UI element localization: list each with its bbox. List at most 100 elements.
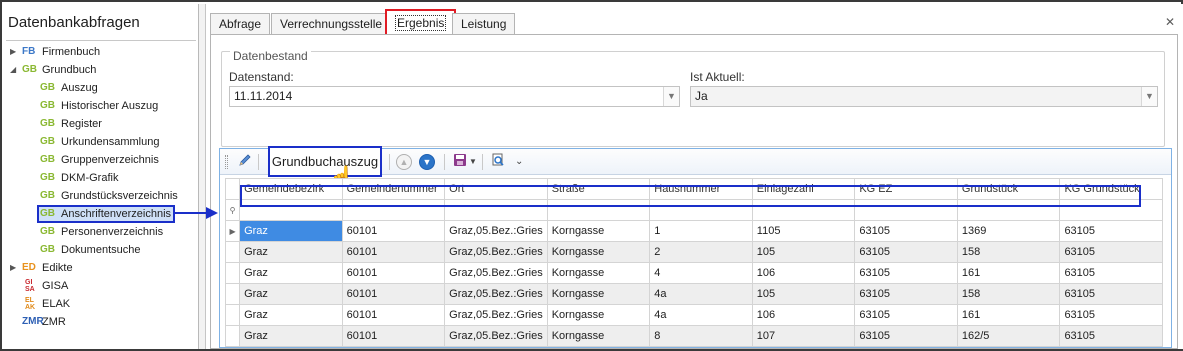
expand-arrow-icon[interactable]: ▶ xyxy=(10,259,18,277)
tree-item-register[interactable]: GB Register xyxy=(4,115,198,133)
table-cell[interactable]: 107 xyxy=(751,325,856,347)
table-cell[interactable]: Graz xyxy=(239,241,343,263)
table-cell[interactable]: Graz xyxy=(239,304,343,326)
table-cell[interactable]: 60101 xyxy=(341,304,446,326)
table-cell[interactable]: Korngasse xyxy=(546,262,651,284)
column-header-kg-grundstueck[interactable]: KG Grundstück xyxy=(1059,178,1163,200)
filter-cell[interactable] xyxy=(444,199,548,221)
filter-cell[interactable] xyxy=(239,199,343,221)
table-cell[interactable]: 63105 xyxy=(1059,325,1163,347)
table-cell[interactable]: Korngasse xyxy=(546,283,651,305)
table-cell[interactable]: 63105 xyxy=(1059,241,1163,263)
pencil-icon[interactable] xyxy=(238,153,252,171)
table-cell[interactable]: 63105 xyxy=(1059,283,1163,305)
tree-item-anschriftenverzeichnis[interactable]: GB Anschriftenverzeichnis xyxy=(4,205,198,223)
table-cell[interactable]: 161 xyxy=(956,304,1061,326)
table-cell[interactable]: 63105 xyxy=(854,283,958,305)
table-cell[interactable]: 1369 xyxy=(956,220,1061,242)
table-cell[interactable]: 105 xyxy=(751,283,856,305)
table-cell[interactable]: 60101 xyxy=(341,262,446,284)
tree-item-elak[interactable]: EL AK ELAK xyxy=(4,295,198,313)
table-cell[interactable]: 60101 xyxy=(341,325,446,347)
close-icon[interactable]: ✕ xyxy=(1165,15,1175,29)
column-header-kg-ez[interactable]: KG EZ xyxy=(854,178,958,200)
dropdown-icon[interactable]: ▼ xyxy=(469,153,477,171)
filter-cell[interactable] xyxy=(751,199,856,221)
column-header-einlagezahl[interactable]: Einlagezahl xyxy=(751,178,856,200)
table-cell[interactable]: 1 xyxy=(649,220,753,242)
tab-abfrage[interactable]: Abfrage xyxy=(210,13,271,34)
tree-item-dkm-grafik[interactable]: GB DKM-Grafik xyxy=(4,169,198,187)
table-cell[interactable]: 63105 xyxy=(1059,220,1163,242)
tree-item-urkundensammlung[interactable]: GB Urkundensammlung xyxy=(4,133,198,151)
toolbar-grip[interactable] xyxy=(225,155,228,169)
tree-item-grundbuch[interactable]: ◢ GB Grundbuch xyxy=(4,61,198,79)
column-header-gemeindenummer[interactable]: Gemeindenummer xyxy=(341,178,446,200)
tree-item-zmr[interactable]: ZMR ZMR xyxy=(4,313,198,331)
table-cell[interactable]: 60101 xyxy=(341,241,446,263)
table-cell[interactable]: Graz xyxy=(239,262,343,284)
table-cell[interactable]: Graz,05.Bez.:Gries xyxy=(444,241,548,263)
table-cell[interactable]: Korngasse xyxy=(546,304,651,326)
table-cell[interactable]: 158 xyxy=(956,283,1061,305)
splitter[interactable] xyxy=(199,4,206,349)
column-header-ort[interactable]: Ort xyxy=(444,178,548,200)
tab-leistung[interactable]: Leistung xyxy=(452,13,516,34)
table-cell[interactable]: 63105 xyxy=(854,241,958,263)
tree-item-gisa[interactable]: GI SA GISA xyxy=(4,277,198,295)
expand-arrow-icon[interactable]: ▶ xyxy=(10,43,18,61)
arrow-up-circle-icon[interactable]: ▲ xyxy=(396,154,412,170)
table-cell[interactable]: Graz,05.Bez.:Gries xyxy=(444,262,548,284)
save-icon[interactable] xyxy=(453,153,467,171)
tree-item-dokumentsuche[interactable]: GB Dokumentsuche xyxy=(4,241,198,259)
table-cell[interactable]: 63105 xyxy=(1059,304,1163,326)
chevron-down-icon[interactable]: ▼ xyxy=(663,87,679,106)
chevron-down-icon[interactable]: ▼ xyxy=(1141,87,1157,106)
filter-cell[interactable] xyxy=(546,199,651,221)
tab-ergebnis[interactable]: Ergebnis xyxy=(385,9,457,36)
column-header-grundstueck[interactable]: Grundstück xyxy=(956,178,1061,200)
tree-item-edikte[interactable]: ▶ ED Edikte xyxy=(4,259,198,277)
table-cell[interactable]: Graz,05.Bez.:Gries xyxy=(444,283,548,305)
table-cell[interactable]: 106 xyxy=(751,304,856,326)
table-cell[interactable]: 105 xyxy=(751,241,856,263)
table-cell[interactable]: 106 xyxy=(751,262,856,284)
table-cell[interactable]: Graz,05.Bez.:Gries xyxy=(444,220,548,242)
filter-cell[interactable] xyxy=(341,199,446,221)
table-row[interactable]: Graz 60101 Graz,05.Bez.:Gries Korngasse … xyxy=(224,325,1163,347)
table-cell[interactable]: 4a xyxy=(649,283,753,305)
table-row[interactable]: Graz 60101 Graz,05.Bez.:Gries Korngasse … xyxy=(224,241,1163,263)
ist-aktuell-select[interactable]: Ja ▼ xyxy=(690,86,1158,107)
table-cell[interactable]: 162/5 xyxy=(956,325,1061,347)
tree-item-personenverzeichnis[interactable]: GB Personenverzeichnis xyxy=(4,223,198,241)
table-row[interactable]: Graz 60101 Graz,05.Bez.:Gries Korngasse … xyxy=(224,283,1163,305)
table-cell[interactable]: Graz xyxy=(239,283,343,305)
filter-cell[interactable] xyxy=(854,199,958,221)
table-cell[interactable]: 4a xyxy=(649,304,753,326)
collapse-arrow-icon[interactable]: ◢ xyxy=(10,61,18,79)
table-cell[interactable]: 63105 xyxy=(854,220,958,242)
column-header-gemeindebezirk[interactable]: Gemeindebezirk xyxy=(239,178,343,200)
tree-item-firmenbuch[interactable]: ▶ FB Firmenbuch xyxy=(4,43,198,61)
tree-item-historischer-auszug[interactable]: GB Historischer Auszug xyxy=(4,97,198,115)
tab-verrechnungsstelle[interactable]: Verrechnungsstelle xyxy=(271,13,392,34)
grundbuchauszug-button[interactable]: Grundbuchauszug xyxy=(268,146,382,177)
chevron-down-icon[interactable]: ⌄ xyxy=(515,153,523,171)
table-cell[interactable]: 1105 xyxy=(751,220,856,242)
table-cell[interactable]: 8 xyxy=(649,325,753,347)
table-row[interactable]: Graz 60101 Graz,05.Bez.:Gries Korngasse … xyxy=(224,262,1163,284)
filter-cell[interactable] xyxy=(956,199,1061,221)
table-cell[interactable]: Graz,05.Bez.:Gries xyxy=(444,325,548,347)
tree-item-auszug[interactable]: GB Auszug xyxy=(4,79,198,97)
table-cell[interactable]: 158 xyxy=(956,241,1061,263)
table-cell[interactable]: 60101 xyxy=(341,220,446,242)
table-row[interactable]: ▶ Graz 60101 Graz,05.Bez.:Gries Korngass… xyxy=(224,220,1163,242)
table-cell[interactable]: 63105 xyxy=(1059,262,1163,284)
datenstand-select[interactable]: 11.11.2014 ▼ xyxy=(229,86,680,107)
table-cell[interactable]: Graz,05.Bez.:Gries xyxy=(444,304,548,326)
table-cell[interactable]: Korngasse xyxy=(546,325,651,347)
table-cell[interactable]: 60101 xyxy=(341,283,446,305)
column-header-hausnummer[interactable]: Hausnummer xyxy=(649,178,753,200)
column-header-strasse[interactable]: Straße xyxy=(546,178,651,200)
table-cell[interactable]: 4 xyxy=(649,262,753,284)
